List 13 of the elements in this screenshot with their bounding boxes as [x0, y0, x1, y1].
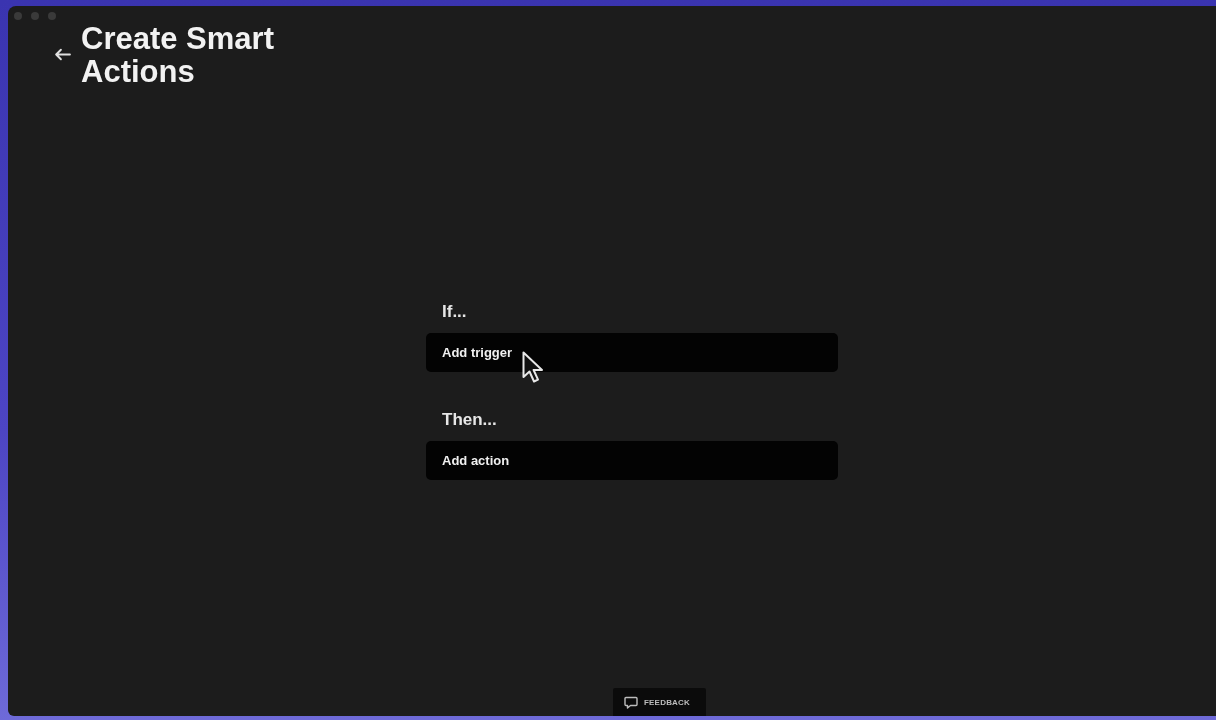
select-button[interactable]: Add trigger [426, 333, 838, 372]
window-control-icon[interactable] [14, 12, 22, 20]
back-button[interactable] [54, 48, 71, 61]
section-heading: Then... [441, 409, 498, 431]
section-heading: If... [441, 301, 468, 323]
window-control-icon[interactable] [48, 12, 56, 20]
window-control-icon[interactable] [31, 12, 39, 20]
cursor-icon [522, 351, 544, 384]
speech-bubble-icon [624, 695, 638, 709]
feedback-button[interactable]: FEEDBACK [613, 688, 706, 716]
arrow-left-icon [54, 48, 71, 61]
page-title: Create Smart Actions [81, 22, 275, 88]
select-button[interactable]: Add action [426, 441, 838, 480]
